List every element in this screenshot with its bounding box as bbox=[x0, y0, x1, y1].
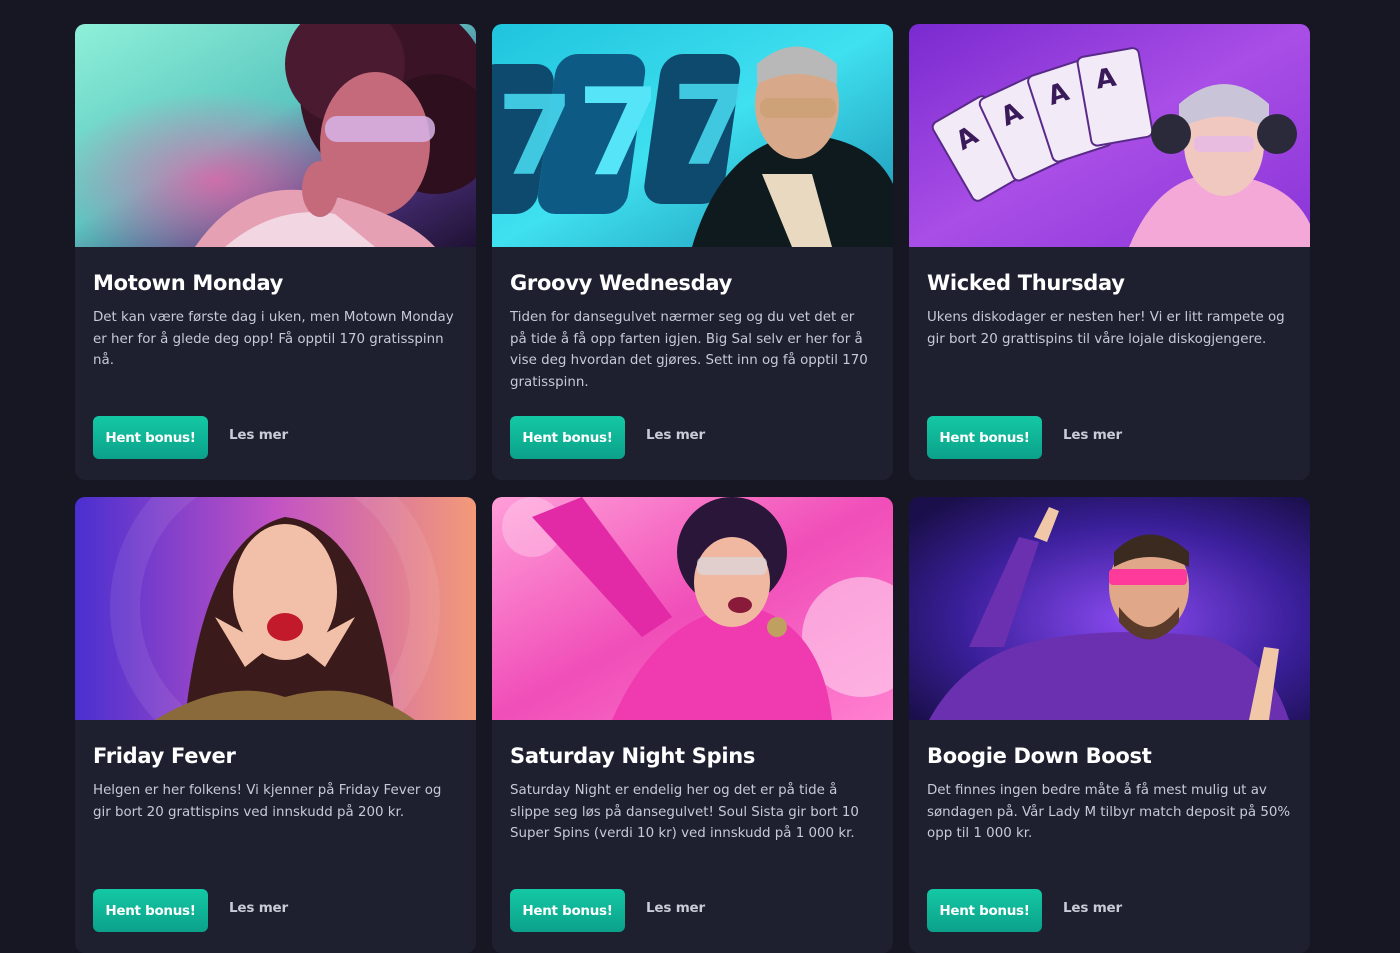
svg-text:7: 7 bbox=[577, 64, 661, 203]
promo-card: A A A A Wicked Thursday Ukens diskodager… bbox=[909, 24, 1310, 480]
promo-illustration bbox=[492, 497, 893, 720]
get-bonus-button[interactable]: Hent bonus! bbox=[510, 416, 625, 459]
promo-card: Saturday Night Spins Saturday Night er e… bbox=[492, 497, 893, 953]
promo-card: Boogie Down Boost Det finnes ingen bedre… bbox=[909, 497, 1310, 953]
promo-description: Ukens diskodager er nesten her! Vi er li… bbox=[927, 310, 1285, 347]
promo-illustration: 7 7 7 bbox=[492, 24, 893, 247]
read-more-link[interactable]: Les mer bbox=[229, 427, 288, 443]
promo-title: Friday Fever bbox=[93, 744, 236, 768]
promo-card: Motown Monday Det kan være første dag i … bbox=[75, 24, 476, 480]
promo-title: Motown Monday bbox=[93, 271, 284, 295]
promo-card: Friday Fever Helgen er her folkens! Vi k… bbox=[75, 497, 476, 953]
promo-illustration bbox=[909, 497, 1310, 720]
promo-image-dancing-woman bbox=[492, 497, 893, 720]
promo-image-dancing-man bbox=[909, 497, 1310, 720]
promo-description: Det finnes ingen bedre måte å få mest mu… bbox=[927, 783, 1291, 841]
promo-description: Tiden for dansegulvet nærmer seg og du v… bbox=[510, 310, 868, 390]
promo-description: Saturday Night er endelig her og det er … bbox=[510, 783, 859, 841]
read-more-link[interactable]: Les mer bbox=[646, 427, 705, 443]
promo-image-excited-woman bbox=[75, 497, 476, 720]
promo-image-woman-afro bbox=[75, 24, 476, 247]
get-bonus-button[interactable]: Hent bonus! bbox=[93, 416, 208, 459]
promo-title: Wicked Thursday bbox=[927, 271, 1125, 295]
get-bonus-button[interactable]: Hent bonus! bbox=[93, 889, 208, 932]
read-more-link[interactable]: Les mer bbox=[1063, 900, 1122, 916]
promo-title: Boogie Down Boost bbox=[927, 744, 1152, 768]
read-more-link[interactable]: Les mer bbox=[229, 900, 288, 916]
promo-illustration: A A A A bbox=[909, 24, 1310, 247]
promo-illustration bbox=[75, 497, 476, 720]
promo-card: 7 7 7 Groovy Wednesday Tiden for dansegu… bbox=[492, 24, 893, 480]
read-more-link[interactable]: Les mer bbox=[1063, 427, 1122, 443]
promo-image-woman-aces: A A A A bbox=[909, 24, 1310, 247]
promo-title: Saturday Night Spins bbox=[510, 744, 756, 768]
get-bonus-button[interactable]: Hent bonus! bbox=[927, 889, 1042, 932]
promo-title: Groovy Wednesday bbox=[510, 271, 732, 295]
get-bonus-button[interactable]: Hent bonus! bbox=[510, 889, 625, 932]
get-bonus-button[interactable]: Hent bonus! bbox=[927, 416, 1042, 459]
promo-illustration bbox=[75, 24, 476, 247]
promo-description: Det kan være første dag i uken, men Moto… bbox=[93, 310, 454, 368]
svg-text:7: 7 bbox=[497, 72, 574, 200]
promo-image-man-777: 7 7 7 bbox=[492, 24, 893, 247]
promotions-grid: Motown Monday Det kan være første dag i … bbox=[75, 24, 1310, 953]
read-more-link[interactable]: Les mer bbox=[646, 900, 705, 916]
promo-description: Helgen er her folkens! Vi kjenner på Fri… bbox=[93, 783, 442, 820]
